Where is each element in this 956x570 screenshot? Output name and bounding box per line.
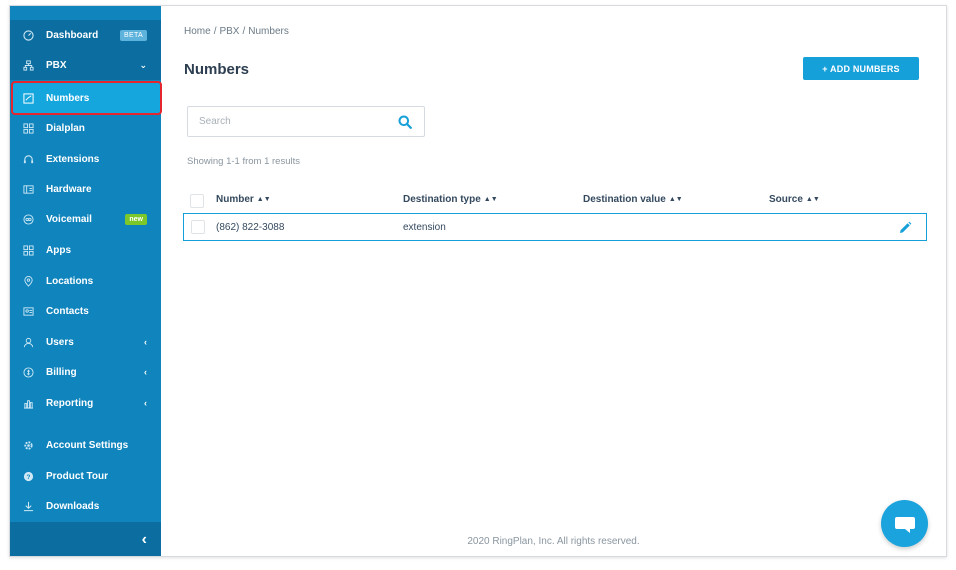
apps-icon bbox=[22, 244, 34, 256]
add-numbers-button[interactable]: + ADD NUMBERS bbox=[803, 57, 919, 80]
results-summary: Showing 1-1 from 1 results bbox=[187, 156, 300, 167]
page-title: Numbers bbox=[184, 61, 250, 78]
table-row[interactable]: (862) 822-3088 extension bbox=[183, 213, 927, 241]
breadcrumb-separator: / bbox=[213, 26, 217, 37]
sort-icon: ▲▼ bbox=[483, 196, 498, 203]
sidebar-item-label: Contacts bbox=[46, 305, 89, 317]
sidebar-item-label: Voicemail bbox=[46, 213, 92, 225]
chat-bubble-icon bbox=[894, 516, 915, 533]
sidebar-item-label: Account Settings bbox=[46, 439, 129, 451]
dialplan-icon bbox=[22, 122, 34, 134]
svg-text:?: ? bbox=[26, 473, 30, 480]
footer-copyright: 2020 RingPlan, Inc. All rights reserved. bbox=[467, 536, 640, 547]
table-header: Number ▲▼ Destination type ▲▼ Destination … bbox=[183, 190, 927, 212]
column-header-label: Destination type bbox=[403, 194, 481, 205]
search-icon[interactable] bbox=[398, 115, 412, 129]
sidebar-item-reporting[interactable]: Reporting ‹ bbox=[10, 388, 161, 418]
location-pin-icon bbox=[22, 275, 34, 287]
sidebar-item-account-settings[interactable]: Account Settings bbox=[10, 430, 161, 460]
breadcrumb-separator: / bbox=[242, 26, 246, 37]
sidebar: Dashboard BETA PBX ⌄ Numbers Dialplan Ex… bbox=[10, 6, 162, 556]
select-all-checkbox[interactable] bbox=[190, 194, 204, 208]
sidebar-item-label: Users bbox=[46, 336, 74, 348]
sidebar-item-users[interactable]: Users ‹ bbox=[10, 327, 161, 357]
sidebar-item-label: Locations bbox=[46, 275, 94, 287]
user-icon bbox=[22, 336, 34, 348]
column-header-label: Destination value bbox=[583, 194, 666, 205]
download-icon bbox=[22, 500, 34, 512]
sidebar-item-pbx[interactable]: PBX ⌄ bbox=[10, 50, 161, 80]
breadcrumb-pbx[interactable]: PBX bbox=[219, 26, 239, 37]
main-content: Home / PBX / Numbers Numbers + ADD NUMBERS S… bbox=[161, 6, 946, 556]
column-header-destination-type[interactable]: Destination type ▲▼ bbox=[403, 194, 498, 205]
reporting-icon bbox=[22, 397, 34, 409]
breadcrumb-numbers: Numbers bbox=[248, 26, 289, 37]
column-header-destination-value[interactable]: Destination value ▲▼ bbox=[583, 194, 683, 205]
sidebar-item-voicemail[interactable]: Voicemail new bbox=[10, 204, 161, 234]
sidebar-item-label: Billing bbox=[46, 366, 77, 378]
hardware-icon bbox=[22, 183, 34, 195]
sidebar-item-label: Numbers bbox=[46, 92, 90, 104]
voicemail-icon bbox=[22, 213, 34, 225]
column-header-label: Number bbox=[216, 194, 254, 205]
sort-icon: ▲▼ bbox=[668, 196, 683, 203]
sidebar-item-locations[interactable]: Locations bbox=[10, 266, 161, 296]
sidebar-item-product-tour[interactable]: ? Product Tour bbox=[10, 461, 161, 491]
sidebar-item-label: Extensions bbox=[46, 153, 100, 165]
sidebar-collapse-button[interactable]: ‹ bbox=[10, 522, 161, 556]
column-header-source[interactable]: Source ▲▼ bbox=[769, 194, 820, 205]
billing-icon bbox=[22, 366, 34, 378]
headset-icon bbox=[22, 153, 34, 165]
search-input[interactable] bbox=[188, 116, 398, 127]
help-icon: ? bbox=[22, 470, 34, 482]
pencil-icon[interactable] bbox=[898, 221, 912, 235]
numbers-icon bbox=[22, 92, 34, 104]
sidebar-item-label: Product Tour bbox=[46, 470, 109, 482]
beta-badge: BETA bbox=[120, 29, 147, 41]
sidebar-item-label: Reporting bbox=[46, 397, 94, 409]
sidebar-item-label: PBX bbox=[46, 59, 67, 71]
sidebar-item-label: Dialplan bbox=[46, 122, 85, 134]
sidebar-item-dialplan[interactable]: Dialplan bbox=[10, 113, 161, 143]
chevron-left-icon: ‹ bbox=[144, 367, 147, 377]
sidebar-item-billing[interactable]: Billing ‹ bbox=[10, 357, 161, 387]
sidebar-item-apps[interactable]: Apps bbox=[10, 235, 161, 265]
sidebar-item-label: Apps bbox=[46, 244, 71, 256]
pbx-icon bbox=[22, 59, 34, 71]
sidebar-item-downloads[interactable]: Downloads bbox=[10, 491, 161, 521]
new-badge: new bbox=[125, 213, 147, 225]
dashboard-icon bbox=[22, 29, 34, 41]
sidebar-item-label: Hardware bbox=[46, 183, 92, 195]
sidebar-item-hardware[interactable]: Hardware bbox=[10, 174, 161, 204]
chevron-down-icon: ⌄ bbox=[139, 59, 147, 70]
chevron-left-icon: ‹ bbox=[144, 337, 147, 347]
sidebar-item-numbers[interactable]: Numbers bbox=[11, 81, 162, 115]
row-checkbox[interactable] bbox=[191, 220, 205, 234]
cell-number: (862) 822-3088 bbox=[216, 222, 285, 233]
column-header-number[interactable]: Number ▲▼ bbox=[216, 194, 271, 205]
sort-icon: ▲▼ bbox=[256, 196, 271, 203]
sort-icon: ▲▼ bbox=[805, 196, 820, 203]
sidebar-item-contacts[interactable]: Contacts bbox=[10, 296, 161, 326]
sidebar-item-label: Downloads bbox=[46, 500, 100, 512]
cell-destination-type: extension bbox=[403, 222, 446, 233]
contacts-icon bbox=[22, 305, 34, 317]
chevron-left-icon: ‹ bbox=[144, 398, 147, 408]
column-header-label: Source bbox=[769, 194, 803, 205]
search-box bbox=[187, 106, 425, 137]
breadcrumb-home[interactable]: Home bbox=[184, 26, 211, 37]
sidebar-item-dashboard[interactable]: Dashboard BETA bbox=[10, 20, 161, 50]
breadcrumb: Home / PBX / Numbers bbox=[184, 26, 289, 37]
sidebar-item-extensions[interactable]: Extensions bbox=[10, 144, 161, 174]
gear-icon bbox=[22, 439, 34, 451]
app-window: Dashboard BETA PBX ⌄ Numbers Dialplan Ex… bbox=[9, 5, 947, 557]
chat-widget-button[interactable] bbox=[881, 500, 928, 547]
sidebar-item-label: Dashboard bbox=[46, 29, 99, 41]
chevron-left-icon: ‹ bbox=[141, 531, 147, 548]
